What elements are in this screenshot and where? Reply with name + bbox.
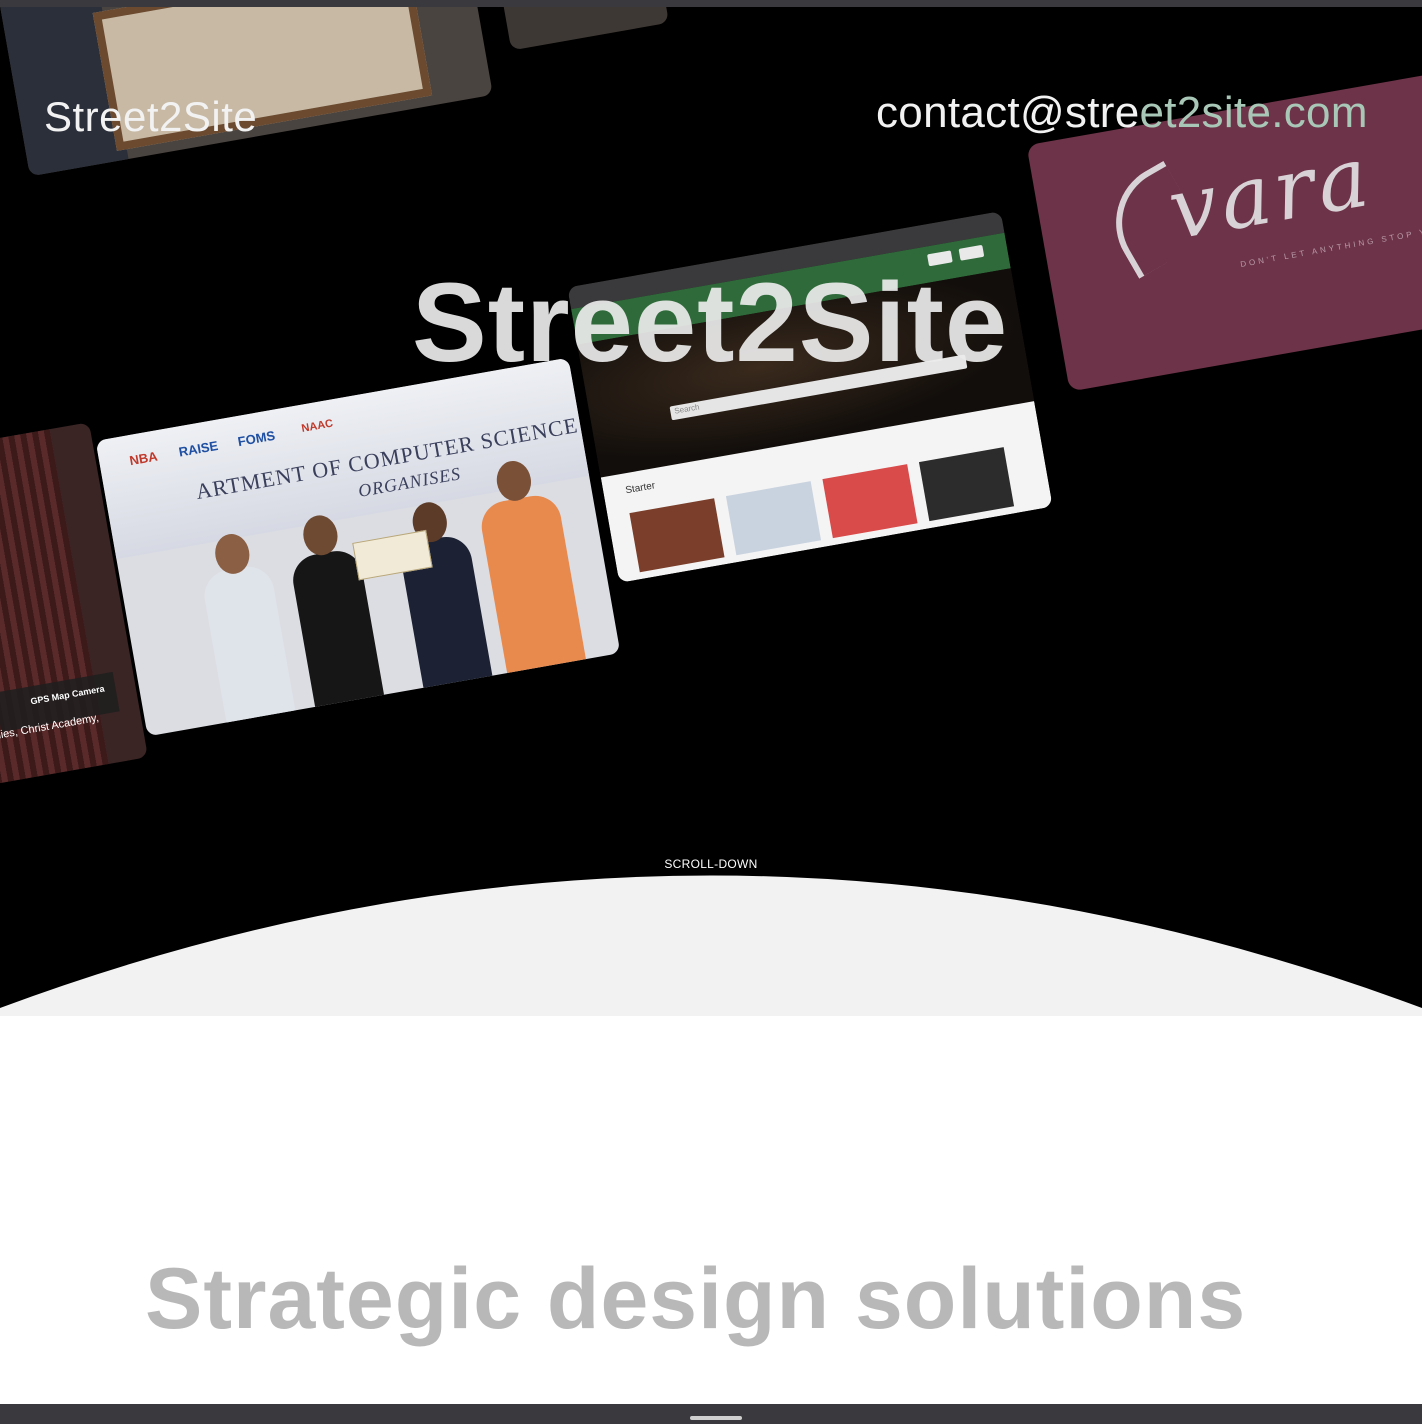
scroll-down-hint[interactable]: SCROLL-DOWN bbox=[0, 857, 1422, 871]
browser-bottom-bar bbox=[0, 1404, 1422, 1424]
banner-logo: NBA bbox=[128, 448, 159, 469]
web-search-placeholder: Search bbox=[673, 402, 701, 416]
web-dish-tile bbox=[822, 464, 918, 539]
contact-email-link[interactable]: contact@street2site.com bbox=[876, 88, 1368, 138]
section-tagline: Strategic design solutions bbox=[145, 1251, 1247, 1347]
banner-logo: RAISE bbox=[177, 437, 220, 460]
web-dish-tile bbox=[725, 481, 822, 556]
person-4 bbox=[477, 491, 588, 683]
web-section-label: Starter bbox=[624, 480, 657, 497]
email-text-accent: et2site.com bbox=[1139, 88, 1368, 137]
web-dish-tile bbox=[629, 498, 725, 573]
hero-title: Street2Site bbox=[412, 260, 1009, 385]
banner-logo: FOMS bbox=[236, 427, 277, 450]
project-photo-award[interactable]: NBA RAISE FOMS NAAC ARTMENT OF COMPUTER … bbox=[95, 357, 621, 737]
banner-logo: NAAC bbox=[300, 417, 334, 435]
project-photo-top-center[interactable] bbox=[501, 7, 669, 51]
hero-bottom-arc bbox=[0, 875, 1422, 1016]
hero-section: GPS Map Camera dies, Christ Academy, NBA… bbox=[0, 7, 1422, 1016]
person-1 bbox=[200, 562, 298, 733]
brand-logo-link[interactable]: Street2Site bbox=[44, 93, 257, 141]
scroll-handle[interactable] bbox=[690, 1416, 742, 1420]
project-photo-top-left[interactable] bbox=[0, 7, 493, 177]
web-dish-tile bbox=[918, 447, 1015, 522]
email-text-primary: contact@stre bbox=[876, 88, 1140, 137]
browser-top-bar bbox=[0, 0, 1422, 7]
vara-logo-wordmark: vara bbox=[1161, 126, 1380, 259]
